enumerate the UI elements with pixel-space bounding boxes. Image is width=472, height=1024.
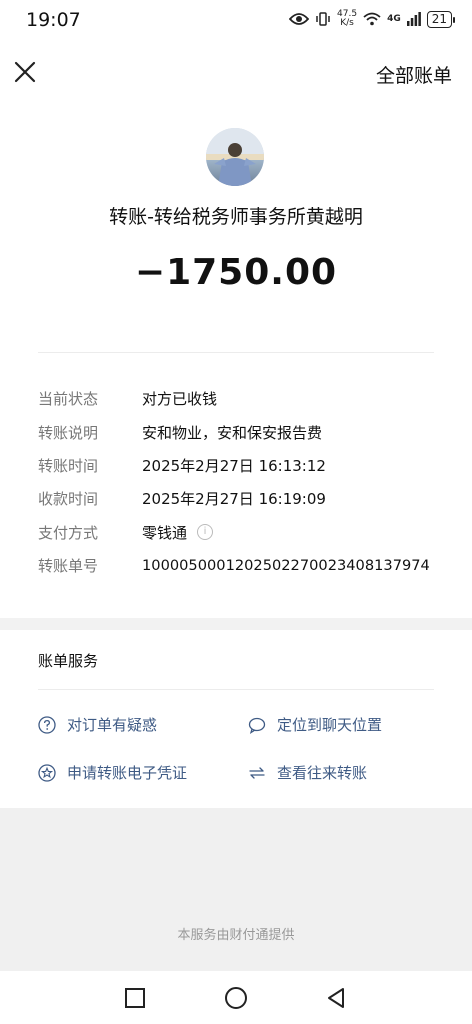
provider-text: 本服务由财付通提供 bbox=[177, 928, 295, 943]
detail-label: 转账说明 bbox=[38, 423, 99, 442]
service-label: 对订单有疑惑 bbox=[67, 716, 158, 734]
detail-value: 2025年2月27日 16:13:12 bbox=[142, 456, 326, 475]
divider bbox=[38, 352, 434, 353]
back-icon[interactable] bbox=[324, 986, 348, 1010]
detail-row-status: 当前状态 对方已收钱 bbox=[38, 382, 448, 415]
detail-row-receive-time: 收款时间 2025年2月27日 16:19:09 bbox=[38, 482, 448, 515]
detail-row-payment-method: 支付方式 零钱通 i bbox=[38, 516, 448, 549]
detail-label: 支付方式 bbox=[38, 523, 99, 542]
detail-label: 转账时间 bbox=[38, 456, 99, 475]
question-icon bbox=[38, 715, 56, 734]
eye-icon bbox=[289, 13, 310, 25]
close-icon[interactable] bbox=[12, 59, 38, 85]
battery-indicator: 21 bbox=[426, 10, 456, 28]
avatar bbox=[206, 128, 264, 186]
service-label: 定位到聊天位置 bbox=[277, 716, 383, 734]
net-speed-unit: K/s bbox=[340, 18, 354, 28]
service-label: 查看往来转账 bbox=[277, 764, 368, 782]
detail-value: 对方已收钱 bbox=[142, 390, 218, 409]
exchange-arrows-icon bbox=[248, 764, 266, 782]
status-time: 19:07 bbox=[26, 9, 81, 31]
info-icon[interactable]: i bbox=[197, 524, 214, 541]
detail-value: 100005000120250227002340813797​4 bbox=[142, 557, 430, 575]
footer-area bbox=[0, 808, 472, 971]
system-nav-bar bbox=[0, 971, 472, 1024]
network-type: 4G bbox=[387, 14, 401, 24]
recent-apps-icon[interactable] bbox=[123, 986, 147, 1010]
avatar-image bbox=[206, 128, 264, 186]
star-badge-icon bbox=[38, 763, 56, 782]
all-bills-button[interactable]: 全部账单 bbox=[376, 61, 452, 88]
chat-bubble-icon bbox=[248, 716, 266, 734]
detail-label: 收款时间 bbox=[38, 490, 99, 509]
detail-row-transfer-time: 转账时间 2025年2月27日 16:13:12 bbox=[38, 449, 448, 482]
detail-value: 安和物业，安和保安报告费 bbox=[142, 423, 323, 442]
section-separator bbox=[0, 618, 472, 630]
detail-label: 转账单号 bbox=[38, 557, 99, 576]
status-icons: 47.5 K/s 4G 21 bbox=[289, 10, 456, 28]
detail-row-transfer-id: 转账单号 100005000120250227002340813797​4 bbox=[38, 549, 448, 582]
transfer-title: 转账-转给税务师事务所黄越明 bbox=[109, 206, 363, 228]
detail-row-note: 转账说明 安和物业，安和保安报告费 bbox=[38, 415, 448, 448]
services-title: 账单服务 bbox=[38, 652, 99, 670]
view-transfers-link[interactable]: 查看往来转账 bbox=[248, 762, 367, 783]
wifi-icon bbox=[363, 12, 381, 26]
locate-chat-link[interactable]: 定位到聊天位置 bbox=[248, 714, 382, 735]
divider bbox=[38, 689, 434, 690]
apply-voucher-link[interactable]: 申请转账电子凭证 bbox=[38, 762, 187, 783]
home-icon[interactable] bbox=[224, 986, 248, 1010]
detail-value: 零钱通 bbox=[142, 523, 188, 542]
detail-label: 当前状态 bbox=[38, 390, 99, 409]
vibrate-icon bbox=[316, 12, 330, 26]
transfer-details: 当前状态 对方已收钱 转账说明 安和物业，安和保安报告费 转账时间 2025年2… bbox=[38, 382, 448, 582]
detail-value: 2025年2月27日 16:19:09 bbox=[142, 490, 326, 509]
status-bar: 19:07 47.5 K/s 4G 21 bbox=[0, 0, 472, 44]
header: 全部账单 bbox=[0, 44, 472, 102]
signal-icon bbox=[406, 12, 421, 26]
service-label: 申请转账电子凭证 bbox=[67, 764, 188, 782]
net-speed: 47.5 K/s bbox=[337, 10, 357, 28]
transfer-amount: −1750.00 bbox=[134, 252, 338, 293]
question-order-link[interactable]: 对订单有疑惑 bbox=[38, 714, 157, 735]
